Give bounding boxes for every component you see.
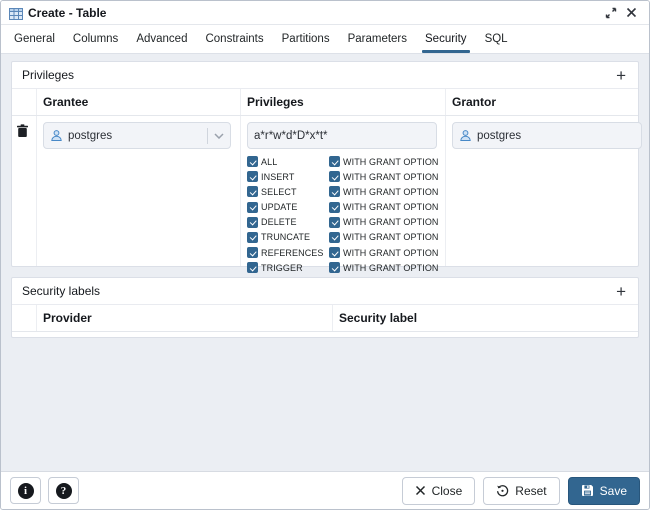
checkbox-checked-icon[interactable] [329,171,340,182]
grant-option-checkbox-update[interactable]: WITH GRANT OPTION [329,202,439,213]
security-label-column-header: Security label [332,305,638,331]
expand-icon[interactable] [601,3,621,23]
privilege-row-truncate: TRUNCATE WITH GRANT OPTION [247,232,439,243]
save-button[interactable]: Save [568,477,640,505]
close-icon[interactable] [621,3,641,23]
add-security-label-button[interactable]: + [614,283,628,300]
provider-column-header: Provider [36,305,332,331]
checkbox-checked-icon[interactable] [329,156,340,167]
privilege-checkbox-all[interactable]: ALL [247,156,329,167]
select-divider [207,128,208,144]
grantee-column-header: Grantee [36,89,240,115]
reset-icon [496,484,509,497]
checkbox-checked-icon[interactable] [247,156,258,167]
privileges-section-title: Privileges [22,68,74,82]
grantor-value: postgres [477,130,521,142]
security-labels-empty-body [12,332,638,337]
table-icon [9,7,23,19]
privileges-table-header: Grantee Privileges Grantor [12,89,638,116]
grant-option-checkbox-insert[interactable]: WITH GRANT OPTION [329,171,439,182]
tab-partitions[interactable]: Partitions [273,25,339,53]
privileges-table: Grantee Privileges Grantor [12,89,638,266]
privilege-checkbox-insert[interactable]: INSERT [247,171,329,182]
privilege-checkbox-list: ALL WITH GRANT OPTION INSER [247,156,439,273]
privilege-checkbox-references[interactable]: REFERENCES [247,247,329,258]
privilege-string-input[interactable] [247,122,437,149]
tab-security[interactable]: Security [416,25,476,53]
dialog-titlebar: Create - Table [1,1,649,25]
tab-sql[interactable]: SQL [476,25,517,53]
create-table-dialog: Create - Table General Columns Advanced … [0,0,650,510]
privilege-checkbox-update[interactable]: UPDATE [247,202,329,213]
checkbox-checked-icon[interactable] [329,217,340,228]
delete-column-header [12,305,36,331]
tab-constraints[interactable]: Constraints [196,25,272,53]
question-icon: ? [56,483,72,499]
tab-columns[interactable]: Columns [64,25,127,53]
privileges-section-header: Privileges + [12,62,638,89]
security-tab-content: Privileges + Grantee Privileges Grantor [1,54,649,471]
privilege-row-delete: DELETE WITH GRANT OPTION [247,217,439,228]
grant-option-checkbox-trigger[interactable]: WITH GRANT OPTION [329,262,439,273]
grant-option-checkbox-select[interactable]: WITH GRANT OPTION [329,186,439,197]
privilege-checkbox-truncate[interactable]: TRUNCATE [247,232,329,243]
delete-row-icon[interactable] [12,122,29,141]
privilege-checkbox-select[interactable]: SELECT [247,186,329,197]
checkbox-checked-icon[interactable] [329,186,340,197]
close-x-icon [415,485,426,496]
checkbox-checked-icon[interactable] [247,171,258,182]
security-labels-table: Provider Security label [12,305,638,337]
privilege-checkbox-delete[interactable]: DELETE [247,217,329,228]
role-icon [459,129,472,142]
grantor-column-header: Grantor [445,89,638,115]
dialog-help-button[interactable]: ? [48,477,79,504]
checkbox-checked-icon[interactable] [247,232,258,243]
security-labels-panel: Security labels + Provider Security labe… [11,277,639,338]
add-privilege-button[interactable]: + [614,67,628,84]
checkbox-checked-icon[interactable] [329,202,340,213]
grant-option-checkbox-all[interactable]: WITH GRANT OPTION [329,156,439,167]
security-labels-table-header: Provider Security label [12,305,638,332]
checkbox-checked-icon[interactable] [247,186,258,197]
checkbox-checked-icon[interactable] [329,262,340,273]
privileges-panel: Privileges + Grantee Privileges Grantor [11,61,639,267]
delete-column-header [12,89,36,115]
tab-general[interactable]: General [5,25,64,53]
grantee-value: postgres [68,130,207,142]
privilege-checkbox-trigger[interactable]: TRIGGER [247,262,329,273]
info-icon: i [18,483,34,499]
grant-option-checkbox-truncate[interactable]: WITH GRANT OPTION [329,232,439,243]
checkbox-checked-icon[interactable] [329,247,340,258]
privilege-row-select: SELECT WITH GRANT OPTION [247,186,439,197]
privileges-column-header: Privileges [240,89,445,115]
privilege-row-references: REFERENCES WITH GRANT OPTION [247,247,439,258]
privilege-row: postgres [12,116,638,266]
chevron-down-icon [214,133,224,139]
privilege-row-trigger: TRIGGER WITH GRANT OPTION [247,262,439,273]
privilege-row-all: ALL WITH GRANT OPTION [247,156,439,167]
checkbox-checked-icon[interactable] [247,262,258,273]
grantor-field: postgres [452,122,642,149]
dialog-title: Create - Table [28,6,106,20]
reset-button[interactable]: Reset [483,477,559,505]
privilege-row-update: UPDATE WITH GRANT OPTION [247,202,439,213]
dialog-tabs: General Columns Advanced Constraints Par… [1,25,649,54]
checkbox-checked-icon[interactable] [247,202,258,213]
security-labels-section-header: Security labels + [12,278,638,305]
privilege-row-insert: INSERT WITH GRANT OPTION [247,171,439,182]
sql-help-button[interactable]: i [10,477,41,504]
checkbox-checked-icon[interactable] [247,247,258,258]
checkbox-checked-icon[interactable] [247,217,258,228]
checkbox-checked-icon[interactable] [329,232,340,243]
grant-option-checkbox-delete[interactable]: WITH GRANT OPTION [329,217,439,228]
grantee-select[interactable]: postgres [43,122,231,149]
close-button[interactable]: Close [402,477,476,505]
security-labels-section-title: Security labels [22,284,100,298]
tab-parameters[interactable]: Parameters [339,25,416,53]
tab-advanced[interactable]: Advanced [127,25,196,53]
dialog-footer: i ? Close Reset [1,471,649,509]
save-floppy-icon [581,484,594,497]
role-icon [50,129,63,142]
grant-option-checkbox-references[interactable]: WITH GRANT OPTION [329,247,439,258]
